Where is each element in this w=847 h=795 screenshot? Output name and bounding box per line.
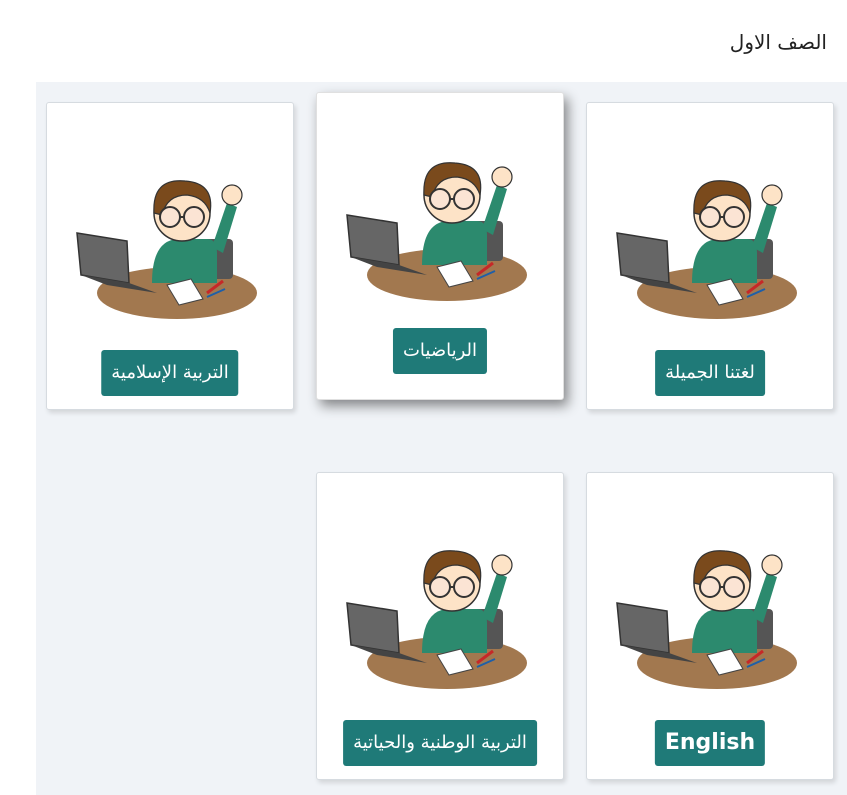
- page-title: الصف الاول: [729, 30, 827, 54]
- student-at-laptop-icon: [346, 162, 527, 301]
- subject-button[interactable]: English: [654, 720, 766, 766]
- subject-button[interactable]: الرياضيات: [392, 328, 488, 374]
- student-at-laptop-icon: [616, 550, 797, 689]
- subject-button[interactable]: لغتنا الجميلة: [655, 350, 765, 396]
- subject-card-arabic[interactable]: لغتنا الجميلة: [586, 102, 834, 410]
- subject-button[interactable]: التربية الإسلامية: [101, 350, 239, 396]
- student-at-laptop-icon: [616, 180, 797, 319]
- subjects-grid: لغتنا الجميلة الرياضيات التربية الإسلامي…: [36, 82, 847, 795]
- subject-card-civic[interactable]: التربية الوطنية والحياتية: [316, 472, 564, 780]
- subject-card-islamic[interactable]: التربية الإسلامية: [46, 102, 294, 410]
- student-at-laptop-icon: [76, 180, 257, 319]
- student-at-laptop-icon: [346, 550, 527, 689]
- subject-card-math[interactable]: الرياضيات: [316, 92, 564, 400]
- subject-button[interactable]: التربية الوطنية والحياتية: [343, 720, 537, 766]
- subject-card-english[interactable]: English: [586, 472, 834, 780]
